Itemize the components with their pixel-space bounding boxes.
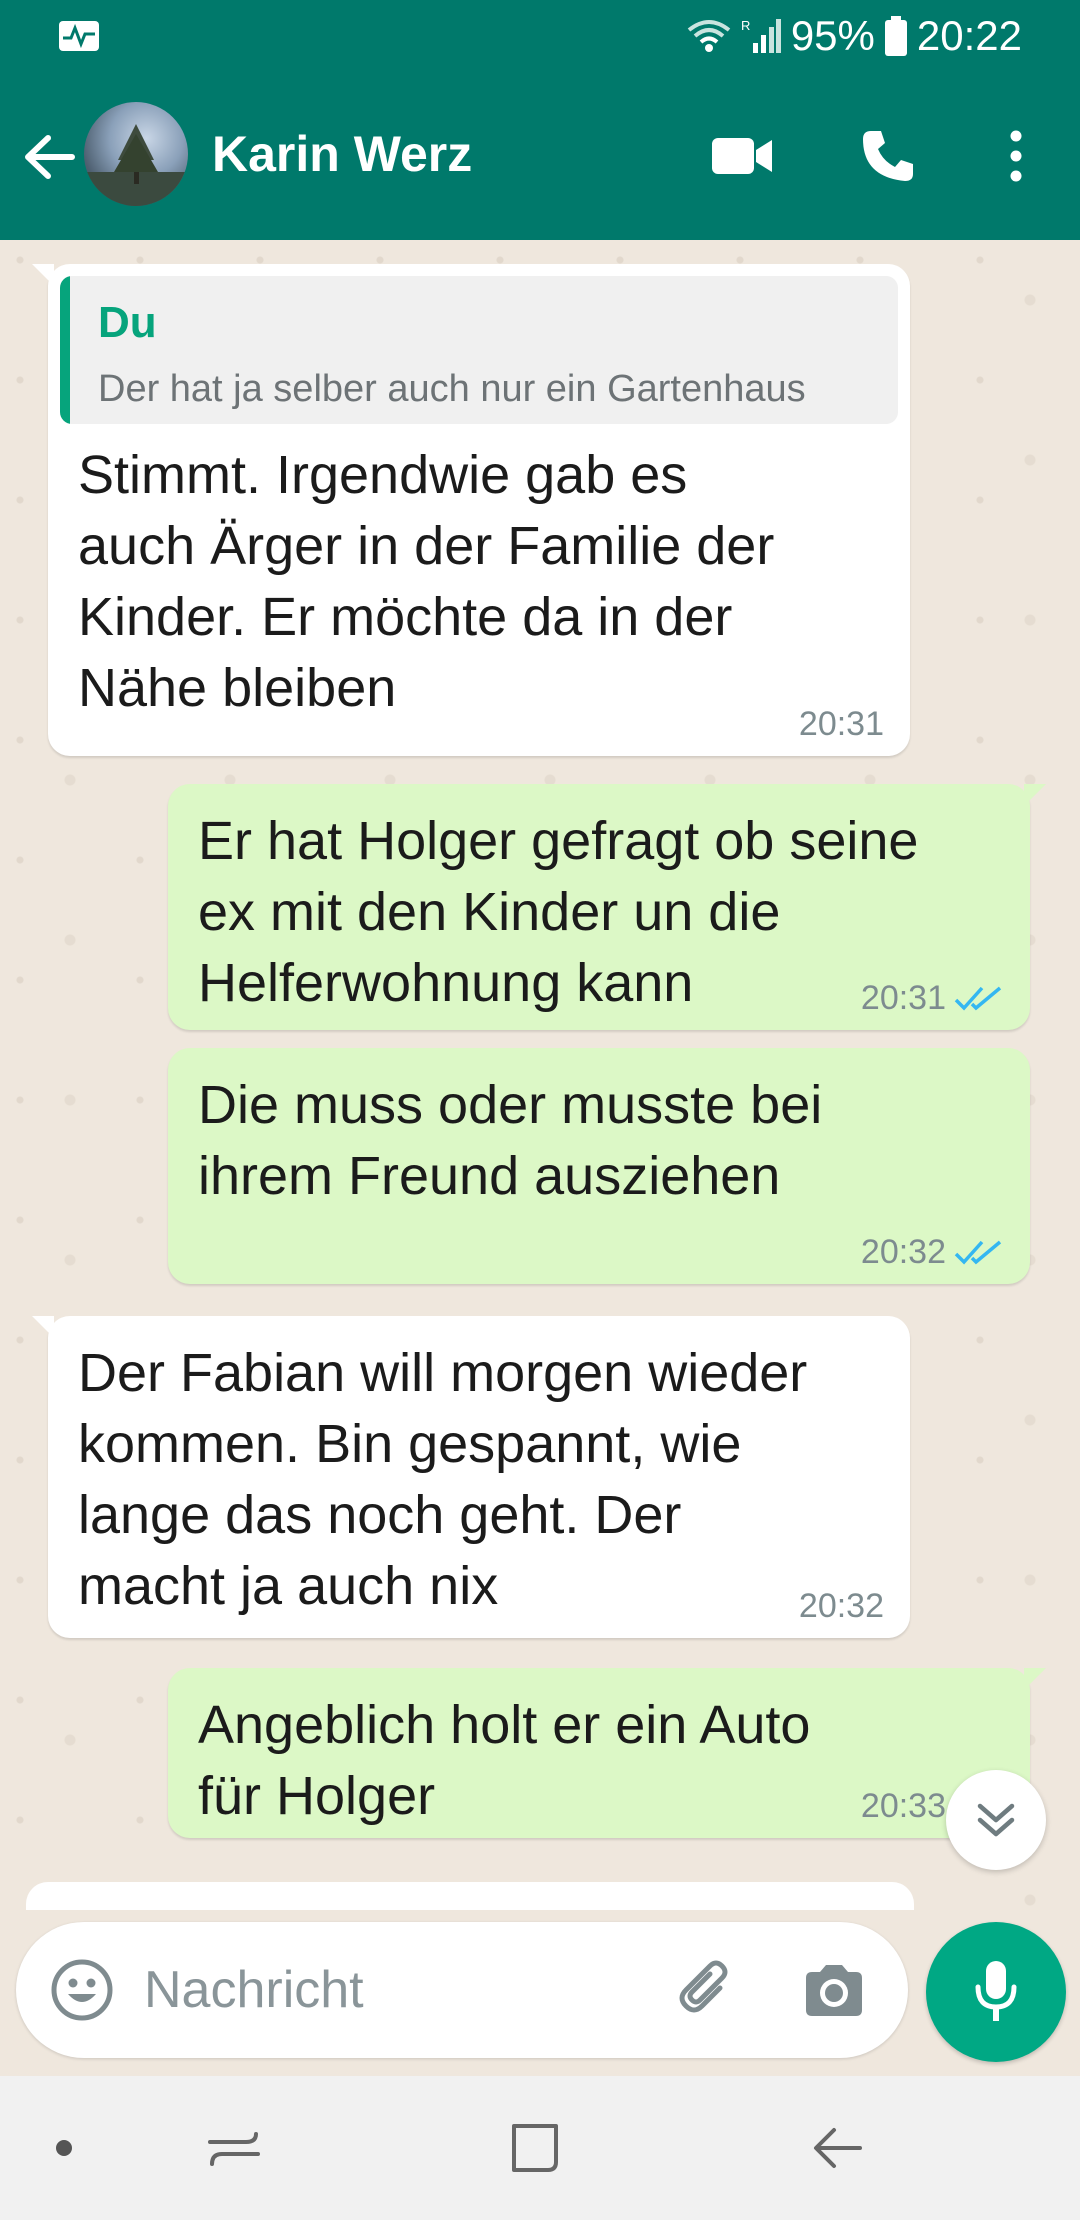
home-button[interactable] xyxy=(500,2112,572,2184)
clock: 20:22 xyxy=(916,12,1022,59)
contact-avatar[interactable] xyxy=(84,102,188,206)
more-options-button[interactable] xyxy=(978,118,1054,194)
message-text: Stimmt. Irgendwie gab es auch Ärger in d… xyxy=(78,445,775,718)
paperclip-icon xyxy=(679,1960,728,2013)
more-vertical-icon xyxy=(1010,130,1022,182)
arrow-left-icon xyxy=(25,135,75,179)
cell-signal-icon: R xyxy=(741,17,781,55)
message-time: 20:33 xyxy=(860,1787,946,1825)
tree-photo-icon xyxy=(84,124,188,206)
message-composer xyxy=(16,1922,908,2058)
message-time: 20:31 xyxy=(860,979,946,1017)
chat-message-list[interactable]: Du Der hat ja selber auch nur ein Garten… xyxy=(0,240,1080,1910)
camera-icon xyxy=(806,1965,862,2016)
message-outgoing[interactable]: Angeblich holt er ein Auto für Holger 20… xyxy=(168,1668,1046,1838)
message-incoming[interactable]: Der Fabian will morgen wieder kommen. Bi… xyxy=(32,1316,910,1638)
battery-percent: 95% xyxy=(790,12,875,59)
quoted-message[interactable]: Du Der hat ja selber auch nur ein Garten… xyxy=(60,276,898,424)
bubble-tail xyxy=(1024,784,1046,806)
camera-button[interactable] xyxy=(796,1952,872,2028)
phone-icon xyxy=(863,131,913,181)
activity-monitor-icon xyxy=(58,20,100,52)
wifi-icon xyxy=(687,18,731,54)
nav-dot-indicator[interactable] xyxy=(28,2112,100,2184)
double-check-read-icon xyxy=(954,1240,1002,1265)
message-outgoing[interactable]: Er hat Holger gefragt ob seine ex mit de… xyxy=(168,784,1046,1030)
back-arrow-icon xyxy=(814,2128,862,2168)
chat-header: Karin Werz xyxy=(0,72,1080,240)
scroll-to-bottom-button[interactable] xyxy=(946,1770,1046,1870)
quote-text: Der hat ja selber auch nur ein Gartenhau… xyxy=(98,368,806,410)
microphone-icon xyxy=(975,1961,1017,2021)
quote-author: Du xyxy=(98,298,157,347)
message-incoming-partial[interactable] xyxy=(26,1882,914,1910)
double-chevron-down-icon xyxy=(977,1803,1015,1837)
attach-button[interactable] xyxy=(668,1952,744,2028)
bubble-tail xyxy=(32,1316,54,1338)
message-meta: 20:31 xyxy=(861,979,1004,1018)
status-bar: R 95% 20:22 xyxy=(0,0,1080,72)
back-button[interactable] xyxy=(14,122,84,192)
svg-text:R: R xyxy=(741,18,750,33)
message-text: Die muss oder musste bei ihrem Freund au… xyxy=(198,1075,823,1206)
message-text: Er hat Holger gefragt ob seine ex mit de… xyxy=(198,811,919,1013)
recents-icon xyxy=(208,2132,260,2166)
message-meta: 20:32 xyxy=(861,1233,1004,1272)
message-time: 20:32 xyxy=(798,1587,884,1625)
home-square-icon xyxy=(512,2124,558,2172)
emoji-button[interactable] xyxy=(44,1952,120,2028)
system-back-button[interactable] xyxy=(802,2112,874,2184)
message-outgoing[interactable]: Die muss oder musste bei ihrem Freund au… xyxy=(168,1048,1030,1284)
message-meta: 20:31 xyxy=(799,705,884,744)
message-text: Angeblich holt er ein Auto für Holger xyxy=(198,1695,811,1826)
bubble-tail xyxy=(1024,1668,1046,1690)
bubble-tail xyxy=(32,264,54,286)
system-navigation-bar xyxy=(0,2076,1080,2220)
quote-accent-bar xyxy=(60,276,70,424)
smiley-icon xyxy=(51,1959,113,2021)
recent-apps-button[interactable] xyxy=(198,2112,270,2184)
video-camera-icon xyxy=(712,138,772,174)
message-input[interactable] xyxy=(144,1960,644,2020)
video-call-button[interactable] xyxy=(704,118,780,194)
message-text: Der Fabian will morgen wieder kommen. Bi… xyxy=(78,1343,808,1616)
message-time: 20:31 xyxy=(798,705,884,743)
dot-icon xyxy=(56,2140,72,2156)
status-right-group: R 95% 20:22 xyxy=(687,8,1022,64)
voice-message-button[interactable] xyxy=(926,1922,1066,2062)
voice-call-button[interactable] xyxy=(850,118,926,194)
battery-icon xyxy=(884,16,907,56)
message-time: 20:32 xyxy=(860,1233,946,1271)
message-meta: 20:32 xyxy=(799,1587,884,1626)
double-check-read-icon xyxy=(954,986,1002,1011)
contact-name[interactable]: Karin Werz xyxy=(212,122,472,186)
message-incoming[interactable]: Du Der hat ja selber auch nur ein Garten… xyxy=(32,264,910,756)
